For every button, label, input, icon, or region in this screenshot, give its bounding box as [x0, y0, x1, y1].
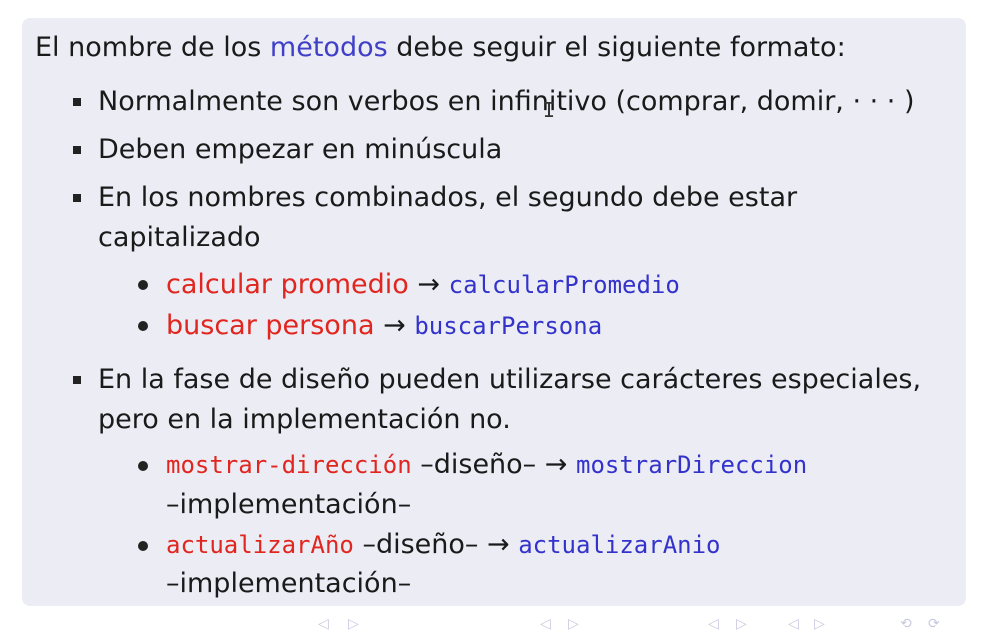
- arrow-icon: →: [486, 529, 510, 560]
- nav-forward-icon[interactable]: ⟳: [928, 616, 940, 632]
- square-bullet-4: [73, 376, 81, 384]
- round-bullet-2: [138, 321, 148, 331]
- item-1: Normalmente son verbos en infinitivo (co…: [98, 86, 915, 117]
- item-2: Deben empezar en minúscula: [98, 134, 503, 165]
- example-phrase: buscar persona: [166, 310, 375, 341]
- arrow-icon: →: [544, 449, 568, 480]
- example-impl-tag-1: –implementación–: [166, 489, 412, 520]
- example-phrase: calcular promedio: [166, 269, 409, 300]
- example-impl-tag-2: –implementación–: [166, 568, 412, 599]
- example-design-tag: –diseño–: [420, 449, 537, 480]
- intro-after: debe seguir el siguiente formato:: [387, 32, 846, 63]
- nav-frame-next-icon[interactable]: ▷: [348, 616, 359, 632]
- nav-frame-prev-icon[interactable]: ◁: [318, 616, 329, 632]
- intro-keyword: métodos: [269, 32, 388, 63]
- example-code: buscarPersona: [414, 312, 603, 340]
- intro-sentence: El nombre de los métodos debe seguir el …: [35, 30, 846, 66]
- square-bullet-3: [73, 194, 81, 202]
- text-cursor-icon: I: [543, 98, 556, 122]
- nav-doc-prev-icon[interactable]: ◁: [788, 616, 799, 632]
- nav-back-icon[interactable]: ⟲: [900, 616, 912, 632]
- item-3-line-2: capitalizado: [98, 222, 261, 253]
- example-camel-1: calcular promedio → calcularPromedio: [166, 267, 680, 303]
- arrow-icon: →: [383, 310, 406, 341]
- example-impl-code: actualizarAnio: [518, 531, 721, 559]
- intro-before: El nombre de los: [35, 32, 270, 63]
- item-3-line-1: En los nombres combinados, el segundo de…: [98, 182, 798, 213]
- square-bullet-2: [73, 146, 81, 154]
- nav-subsection-next-icon[interactable]: ▷: [568, 616, 579, 632]
- round-bullet-3: [138, 461, 148, 471]
- nav-section-prev-icon[interactable]: ◁: [708, 616, 719, 632]
- item-4-line-1: En la fase de diseño pueden utilizarse c…: [98, 364, 922, 395]
- example-code: calcularPromedio: [448, 271, 680, 299]
- nav-subsection-prev-icon[interactable]: ◁: [540, 616, 551, 632]
- nav-section-next-icon[interactable]: ▷: [736, 616, 747, 632]
- example-special-1: mostrar-dirección –diseño– → mostrarDire…: [166, 447, 807, 483]
- arrow-icon: →: [417, 269, 441, 300]
- item-4-line-2: pero en la implementación no.: [98, 404, 511, 435]
- example-design-code: actualizarAño: [166, 531, 354, 559]
- example-design-code: mostrar-dirección: [166, 451, 412, 479]
- example-design-tag: –diseño–: [362, 529, 479, 560]
- nav-doc-next-icon[interactable]: ▷: [814, 616, 825, 632]
- example-impl-code: mostrarDireccion: [576, 451, 808, 479]
- example-camel-2: buscar persona → buscarPersona: [166, 308, 602, 344]
- round-bullet-1: [138, 280, 148, 290]
- example-special-2: actualizarAño –diseño– → actualizarAnio: [166, 527, 721, 563]
- round-bullet-4: [138, 541, 148, 551]
- square-bullet-1: [73, 98, 81, 106]
